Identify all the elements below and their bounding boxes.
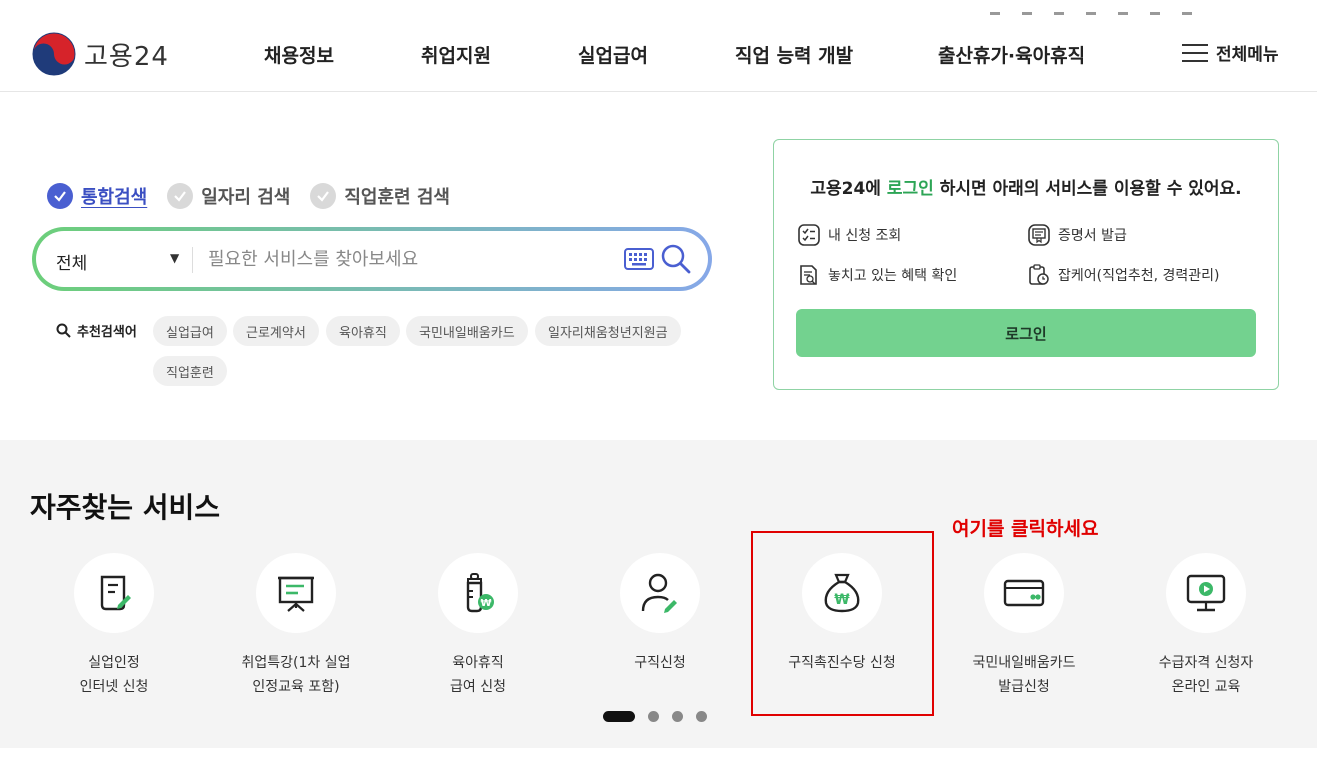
service-certificate: 증명서 발급: [1028, 224, 1127, 246]
search-icon[interactable]: [660, 243, 692, 275]
pager-dot[interactable]: [672, 711, 683, 722]
divider: [192, 247, 193, 273]
keyword-chip[interactable]: 육아휴직: [326, 316, 400, 346]
taegeuk-logo-icon: [32, 32, 76, 76]
service-job-application[interactable]: 구직신청: [570, 553, 750, 675]
checklist-icon: [798, 224, 820, 246]
logo[interactable]: 고용24: [32, 32, 169, 76]
login-message: 고용24에 로그인 하시면 아래의 서비스를 이용할 수 있어요.: [810, 179, 1242, 199]
person-pen-icon: [641, 573, 677, 613]
search-input[interactable]: [208, 243, 608, 275]
search-tabs: 통합검색 일자리 검색 직업훈련 검색: [47, 183, 470, 209]
tab-label: 직업훈련 검색: [344, 187, 450, 208]
service-my-applications: 내 신청 조회: [798, 224, 901, 246]
login-link[interactable]: 로그인: [887, 179, 934, 199]
nav-item-employment-support[interactable]: 취업지원: [421, 41, 491, 68]
tab-training-search[interactable]: 직업훈련 검색: [310, 183, 450, 209]
service-employment-lecture[interactable]: 취업특강(1차 실업 인정교육 포함): [206, 553, 386, 699]
login-panel: 고용24에 로그인 하시면 아래의 서비스를 이용할 수 있어요. 내 신청 조…: [773, 139, 1279, 390]
service-unemployment-recognition[interactable]: 실업인정 인터넷 신청: [24, 553, 204, 699]
all-menu-label: 전체메뉴: [1216, 45, 1279, 65]
monitor-play-icon: [1186, 574, 1226, 612]
service-parental-leave-benefit[interactable]: ₩ 육아휴직 급여 신청: [388, 553, 568, 699]
service-jobcare: 잡케어(직업추천, 경력관리): [1028, 264, 1220, 286]
tab-label: 통합검색: [81, 187, 148, 208]
service-online-education[interactable]: 수급자격 신청자 온라인 교육: [1116, 553, 1296, 699]
click-here-annotation: 여기를 클릭하세요: [952, 518, 1099, 540]
check-icon: [167, 183, 194, 209]
pager-dot[interactable]: [696, 711, 707, 722]
svg-text:₩: ₩: [480, 598, 491, 609]
recommended-keywords-label: 추천검색어: [56, 321, 137, 340]
certificate-icon: [1028, 224, 1050, 246]
nav-item-parental-leave[interactable]: 출산휴가·육아휴직: [938, 41, 1085, 68]
card-icon: [1003, 579, 1045, 607]
document-search-icon: [800, 265, 817, 285]
keyword-chip[interactable]: 실업급여: [153, 316, 227, 346]
all-menu-button[interactable]: 전체메뉴: [1182, 40, 1279, 65]
hamburger-icon: [1182, 43, 1208, 63]
pager-dot[interactable]: [603, 711, 635, 722]
search-box: 전체 ▼: [32, 227, 712, 291]
presentation-board-icon: [278, 576, 314, 612]
keyword-chip[interactable]: 국민내일배움카드: [406, 316, 528, 346]
check-icon: [47, 183, 73, 209]
nav-item-vocational-training[interactable]: 직업 능력 개발: [735, 41, 853, 68]
virtual-keyboard-icon[interactable]: [624, 248, 654, 270]
highlight-box: [751, 531, 934, 716]
login-button[interactable]: 로그인: [796, 309, 1256, 357]
site-header: 고용24 채용정보 취업지원 실업급여 직업 능력 개발 출산휴가·육아휴직 전…: [0, 0, 1317, 92]
keyword-chip[interactable]: 일자리채움청년지원금: [535, 316, 681, 346]
frequent-services-section: 자주찾는 서비스 여기를 클릭하세요 실업인정 인터넷 신청 취업특강(1차 실…: [0, 440, 1317, 748]
search-scope-select[interactable]: 전체: [56, 249, 87, 274]
tab-job-search[interactable]: 일자리 검색: [167, 183, 290, 209]
nav-item-unemployment-benefit[interactable]: 실업급여: [578, 41, 648, 68]
keyword-chip[interactable]: 직업훈련: [153, 356, 227, 386]
baby-bottle-icon: ₩: [466, 573, 494, 613]
clipboard-clock-icon: [1029, 264, 1049, 285]
caret-down-icon[interactable]: ▼: [170, 251, 179, 265]
logo-text: 고용24: [84, 41, 169, 72]
section-title: 자주찾는 서비스: [30, 491, 221, 524]
search-icon: [56, 323, 71, 338]
tab-label: 일자리 검색: [201, 187, 291, 208]
check-icon: [310, 183, 337, 209]
nav-item-jobs[interactable]: 채용정보: [264, 41, 334, 68]
document-pen-icon: [100, 575, 131, 611]
carousel-pager: [603, 711, 707, 722]
pager-dot[interactable]: [648, 711, 659, 722]
keyword-chip[interactable]: 근로계약서: [233, 316, 319, 346]
service-missed-benefits: 놓치고 있는 혜택 확인: [798, 264, 957, 286]
tab-integrated-search[interactable]: 통합검색: [47, 183, 147, 209]
service-learning-card[interactable]: 국민내일배움카드 발급신청: [934, 553, 1114, 699]
